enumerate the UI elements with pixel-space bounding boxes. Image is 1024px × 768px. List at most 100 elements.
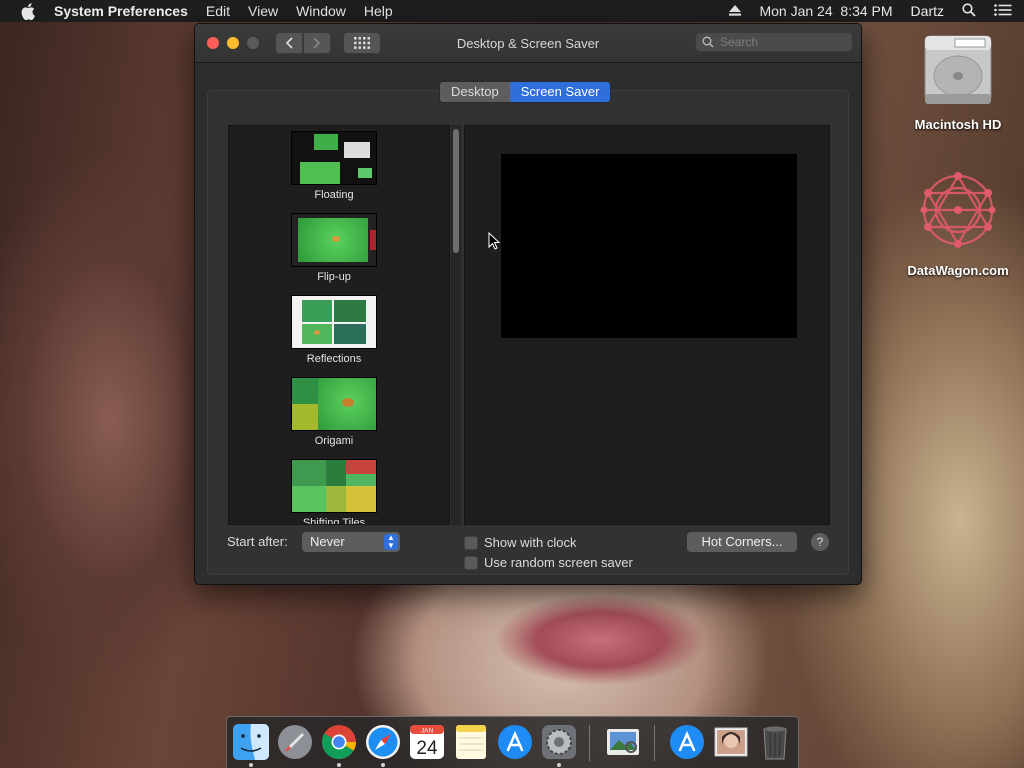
eject-icon[interactable] <box>729 3 742 19</box>
menu-help[interactable]: Help <box>364 3 393 19</box>
dock-downloads[interactable] <box>668 723 706 761</box>
grid-icon <box>354 37 370 49</box>
saver-item-origami[interactable]: Origami <box>229 377 439 447</box>
dock-launchpad[interactable] <box>276 723 314 761</box>
saver-item-shifting-tiles[interactable]: Shifting Tiles <box>229 459 439 525</box>
search-field[interactable] <box>695 32 853 52</box>
checkbox-label: Use random screen saver <box>484 555 633 570</box>
tab-desktop[interactable]: Desktop <box>440 82 510 102</box>
menu-edit[interactable]: Edit <box>206 3 230 19</box>
gear-icon <box>542 725 576 759</box>
help-button[interactable]: ? <box>811 533 829 551</box>
hard-drive-icon <box>924 35 992 104</box>
zoom-button[interactable] <box>247 37 259 49</box>
menu-app-name[interactable]: System Preferences <box>54 3 188 19</box>
notification-center-icon[interactable] <box>994 3 1012 19</box>
saver-thumbnail <box>291 131 377 185</box>
running-indicator <box>381 763 385 767</box>
search-icon <box>702 36 714 48</box>
checkbox-box[interactable] <box>464 535 478 550</box>
saver-label: Shifting Tiles <box>302 517 366 525</box>
menu-user[interactable]: Dartz <box>911 3 944 19</box>
saver-item-reflections[interactable]: Reflections <box>229 295 439 365</box>
finder-icon <box>233 724 269 760</box>
desktop-icon-macintosh-hd[interactable]: Macintosh HD <box>898 32 1018 132</box>
forward-button[interactable] <box>303 32 331 54</box>
search-input[interactable] <box>718 34 842 50</box>
saver-label: Origami <box>314 435 354 447</box>
calendar-icon: JAN 24 <box>410 725 444 759</box>
saver-thumbnail <box>291 377 377 431</box>
scrollbar-thumb[interactable] <box>453 129 459 253</box>
saver-label: Floating <box>314 189 354 201</box>
select-arrows-icon: ▲ ▼ <box>384 534 398 550</box>
menu-view[interactable]: View <box>248 3 278 19</box>
checkbox-label: Show with clock <box>484 535 577 550</box>
tab-screen-saver[interactable]: Screen Saver <box>509 82 611 102</box>
chevron-right-icon <box>313 37 321 49</box>
dock: JAN 24 <box>226 716 799 768</box>
notes-icon <box>456 725 486 759</box>
desktop-icon-label: Macintosh HD <box>914 117 1002 132</box>
dock-finder[interactable] <box>232 723 270 761</box>
back-button[interactable] <box>275 32 303 54</box>
dock-calendar[interactable]: JAN 24 <box>408 723 446 761</box>
desktop-icon-label: DataWagon.com <box>907 263 1009 278</box>
menu-window[interactable]: Window <box>296 3 346 19</box>
running-indicator <box>557 763 561 767</box>
mouse-cursor-icon <box>488 231 501 255</box>
screen-saver-preview[interactable] <box>501 154 797 338</box>
saver-item-floating[interactable]: Floating <box>229 131 439 201</box>
menu-clock[interactable]: Mon Jan 24 8:34 PM <box>759 3 892 19</box>
saver-list-scrollbar[interactable] <box>451 125 461 525</box>
rocket-icon <box>278 725 312 759</box>
dock-system-preferences[interactable] <box>540 723 578 761</box>
close-button[interactable] <box>207 37 219 49</box>
photo-file-icon <box>714 727 748 757</box>
saver-item-flip-up[interactable]: Flip-up <box>229 213 439 283</box>
calendar-day: 24 <box>416 738 438 759</box>
preview-icon <box>607 729 639 755</box>
calendar-month: JAN <box>421 728 434 735</box>
app-store-icon <box>498 725 532 759</box>
start-after-select[interactable]: Never ▲ ▼ <box>302 532 400 552</box>
traffic-lights <box>207 37 267 49</box>
nav-buttons <box>275 32 331 54</box>
chevron-left-icon <box>285 37 293 49</box>
spotlight-search-icon[interactable] <box>962 2 976 20</box>
show-with-clock-checkbox[interactable]: Show with clock <box>464 535 576 550</box>
compass-icon <box>366 725 400 759</box>
start-after-value: Never <box>310 534 345 549</box>
dock-photo-file[interactable] <box>712 723 750 761</box>
start-after-label: Start after: <box>227 534 288 549</box>
dock-preview[interactable] <box>604 723 642 761</box>
saver-label: Flip-up <box>317 271 351 283</box>
dock-app-store[interactable] <box>496 723 534 761</box>
dock-trash[interactable] <box>756 723 794 761</box>
trash-icon <box>763 726 787 760</box>
saver-thumbnail <box>291 213 377 267</box>
dock-notes[interactable] <box>452 723 490 761</box>
dock-separator <box>654 725 655 761</box>
screen-saver-list: Floating Flip-up Reflections Origami Shi… <box>228 125 450 525</box>
window-titlebar[interactable]: Desktop & Screen Saver <box>195 24 861 63</box>
random-saver-checkbox[interactable]: Use random screen saver <box>464 555 633 570</box>
system-preferences-window: Desktop & Screen Saver Desktop Screen Sa… <box>194 23 862 585</box>
downloads-icon <box>670 725 704 759</box>
dock-separator <box>589 725 590 761</box>
saver-label: Reflections <box>306 353 362 365</box>
apple-menu-icon[interactable] <box>19 2 37 20</box>
saver-thumbnail <box>291 295 377 349</box>
show-all-button[interactable] <box>343 32 381 54</box>
desktop-icon-datawagon[interactable]: DataWagon.com <box>898 168 1018 278</box>
web-location-icon <box>920 172 996 248</box>
preview-panel <box>464 125 830 525</box>
minimize-button[interactable] <box>227 37 239 49</box>
running-indicator <box>337 763 341 767</box>
chrome-icon <box>322 725 356 759</box>
dock-chrome[interactable] <box>320 723 358 761</box>
hot-corners-button[interactable]: Hot Corners... <box>687 532 797 552</box>
checkbox-box[interactable] <box>464 555 478 570</box>
menu-bar: System Preferences Edit View Window Help… <box>0 0 1024 22</box>
dock-safari[interactable] <box>364 723 402 761</box>
